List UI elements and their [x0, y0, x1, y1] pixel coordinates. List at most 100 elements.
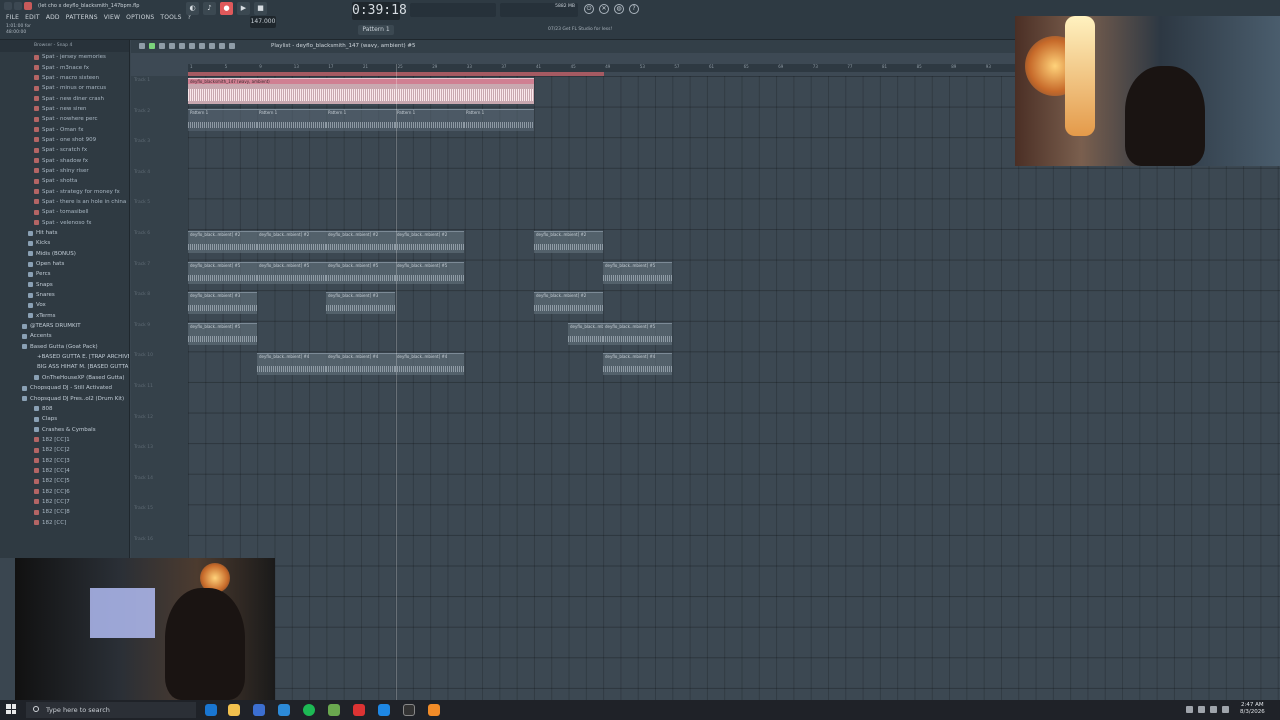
- browser-item[interactable]: Spat - shiny riser: [0, 166, 129, 176]
- audio-clip[interactable]: deyflo_black..mbient] #5: [603, 261, 672, 284]
- browser-item[interactable]: Spat - one shot 909: [0, 135, 129, 145]
- browser-item[interactable]: 182 [CC]5: [0, 476, 129, 486]
- browser-item[interactable]: 182 [CC]: [0, 517, 129, 527]
- power-icon[interactable]: ⏻: [584, 4, 594, 14]
- slice-tool-icon[interactable]: [199, 43, 205, 49]
- browser-item[interactable]: Spat - tomasibell: [0, 207, 129, 217]
- app-icon[interactable]: [278, 704, 290, 716]
- song-position-display[interactable]: 0:39:18: [352, 2, 407, 20]
- browser-item[interactable]: Spat - there is an hole in china: [0, 197, 129, 207]
- browser-item[interactable]: Chopsquad DJ Pres..ol2 (Drum Kit): [0, 393, 129, 403]
- browser-item[interactable]: Snares: [0, 290, 129, 300]
- track-name[interactable]: Track 14: [134, 476, 153, 481]
- browser-item[interactable]: Spat - new siren: [0, 104, 129, 114]
- pattern-clip[interactable]: Pattern 1: [326, 108, 395, 131]
- pattern-selector[interactable]: Pattern 1: [358, 25, 394, 35]
- browser-item[interactable]: Spat - nowhere perc: [0, 114, 129, 124]
- network-icon[interactable]: [1198, 706, 1205, 713]
- audio-clip[interactable]: deyflo_black..mbient] #4: [395, 353, 464, 376]
- browser-item[interactable]: 182 [CC]1: [0, 435, 129, 445]
- audio-clip[interactable]: deyflo_black..mbient] #5: [257, 261, 326, 284]
- menu-help[interactable]: ?: [188, 14, 191, 21]
- browser-item[interactable]: Snaps: [0, 280, 129, 290]
- vscode-icon[interactable]: [378, 704, 390, 716]
- taskbar-clock[interactable]: 2:47 AM 8/3/2026: [1240, 702, 1265, 716]
- audio-clip[interactable]: deyflo_blacksmith_147 (wavy, ambient): [188, 78, 534, 104]
- pattern-clip[interactable]: Pattern 1: [257, 108, 326, 131]
- menu-add[interactable]: ADD: [46, 14, 60, 21]
- browser-item[interactable]: Spat - velenoso fx: [0, 218, 129, 228]
- mute-tool-icon[interactable]: [179, 43, 185, 49]
- audio-clip[interactable]: deyflo_black..mbient] #2: [395, 231, 464, 253]
- audio-clip[interactable]: deyflo_black..mbient] #2: [257, 231, 326, 253]
- browser-item[interactable]: Spat - macro sixteen: [0, 73, 129, 83]
- browser-item[interactable]: Percs: [0, 269, 129, 279]
- browser-item[interactable]: BIG ASS HIHAT M. [BASED GUTTA]: [0, 362, 129, 372]
- browser-item[interactable]: Hit hats: [0, 228, 129, 238]
- menu-options[interactable]: OPTIONS: [126, 14, 154, 21]
- browser-item[interactable]: 182 [CC]4: [0, 466, 129, 476]
- browser-item[interactable]: Midis (BONUS): [0, 249, 129, 259]
- start-button[interactable]: [6, 704, 16, 714]
- browser-item[interactable]: 182 [CC]2: [0, 445, 129, 455]
- restore-icon[interactable]: [14, 2, 22, 10]
- audio-clip[interactable]: deyflo_black..mbient] #5: [568, 322, 603, 345]
- audio-clip[interactable]: deyflo_black..mbient] #2: [534, 292, 603, 315]
- audio-clip[interactable]: deyflo_black..mbient] #4: [603, 353, 672, 376]
- track-name[interactable]: Track 2: [134, 109, 150, 114]
- browser-item[interactable]: 182 [CC]3: [0, 455, 129, 465]
- close-icon[interactable]: [24, 2, 32, 10]
- slip-tool-icon[interactable]: [189, 43, 195, 49]
- edge-icon[interactable]: [205, 704, 217, 716]
- browser-item[interactable]: Spat - m3nace fx: [0, 62, 129, 72]
- browser-item[interactable]: Spat - minus or marcus: [0, 83, 129, 93]
- tray-chevron-icon[interactable]: [1186, 706, 1193, 713]
- menu-patterns[interactable]: PATTERNS: [66, 14, 98, 21]
- browser-item[interactable]: Spat - shadow fx: [0, 155, 129, 165]
- browser-item[interactable]: +BASED GUTTA E. [TRAP ARCHIVE]: [0, 352, 129, 362]
- mixer-icon[interactable]: ✕: [599, 4, 609, 14]
- paint-tool-icon[interactable]: [159, 43, 165, 49]
- metronome-icon[interactable]: ♪: [203, 2, 216, 15]
- select-tool-icon[interactable]: [209, 43, 215, 49]
- recorder-icon[interactable]: [353, 704, 365, 716]
- volume-icon[interactable]: [1210, 706, 1217, 713]
- track-name[interactable]: Track 16: [134, 537, 153, 542]
- audio-clip[interactable]: deyflo_black..mbient] #5: [188, 322, 257, 345]
- audio-clip[interactable]: deyflo_black..mbient] #2: [534, 231, 603, 253]
- audio-clip[interactable]: deyflo_black..mbient] #2: [188, 231, 257, 253]
- track-name[interactable]: Track 12: [134, 415, 153, 420]
- browser-item[interactable]: 182 [CC]8: [0, 507, 129, 517]
- track-name[interactable]: Track 1: [134, 78, 150, 83]
- track-name[interactable]: Track 6: [134, 231, 150, 236]
- playhead-line[interactable]: [396, 64, 397, 700]
- browser-item[interactable]: Vox: [0, 300, 129, 310]
- browser-item[interactable]: Spat - scratch fx: [0, 145, 129, 155]
- minecraft-icon[interactable]: [328, 704, 340, 716]
- obs-icon[interactable]: [403, 704, 415, 716]
- audio-clip[interactable]: deyflo_black..mbient] #5: [603, 322, 672, 345]
- track-name[interactable]: Track 8: [134, 292, 150, 297]
- tempo-display[interactable]: 147.000: [250, 16, 276, 28]
- audio-clip[interactable]: deyflo_black..mbient] #5: [188, 261, 257, 284]
- audio-clip[interactable]: deyflo_black..mbient] #4: [326, 353, 395, 376]
- browser-item[interactable]: Spat - Oman fx: [0, 124, 129, 134]
- browser-item[interactable]: @TEARS DRUMKIT: [0, 321, 129, 331]
- delete-tool-icon[interactable]: [169, 43, 175, 49]
- menu-view[interactable]: VIEW: [104, 14, 120, 21]
- zoom-tool-icon[interactable]: [219, 43, 225, 49]
- menu-tools[interactable]: TOOLS: [160, 14, 181, 21]
- browser-item[interactable]: Spat - strategy for money fx: [0, 186, 129, 196]
- arrangement-grid[interactable]: deyflo_blacksmith_147 (wavy, ambient) Pat…: [188, 76, 1280, 700]
- browser-item[interactable]: 808: [0, 404, 129, 414]
- menu-edit[interactable]: EDIT: [25, 14, 40, 21]
- track-name[interactable]: Track 13: [134, 445, 153, 450]
- track-name[interactable]: Track 10: [134, 353, 153, 358]
- browser-item[interactable]: xTerms: [0, 311, 129, 321]
- browser-item[interactable]: Spat - shotta: [0, 176, 129, 186]
- browser-item[interactable]: 182 [CC]6: [0, 486, 129, 496]
- pattern-clip[interactable]: Pattern 1: [188, 108, 257, 131]
- browser-item[interactable]: Crashes & Cymbals: [0, 424, 129, 434]
- mic-icon[interactable]: ◍: [614, 4, 624, 14]
- track-name[interactable]: Track 9: [134, 323, 150, 328]
